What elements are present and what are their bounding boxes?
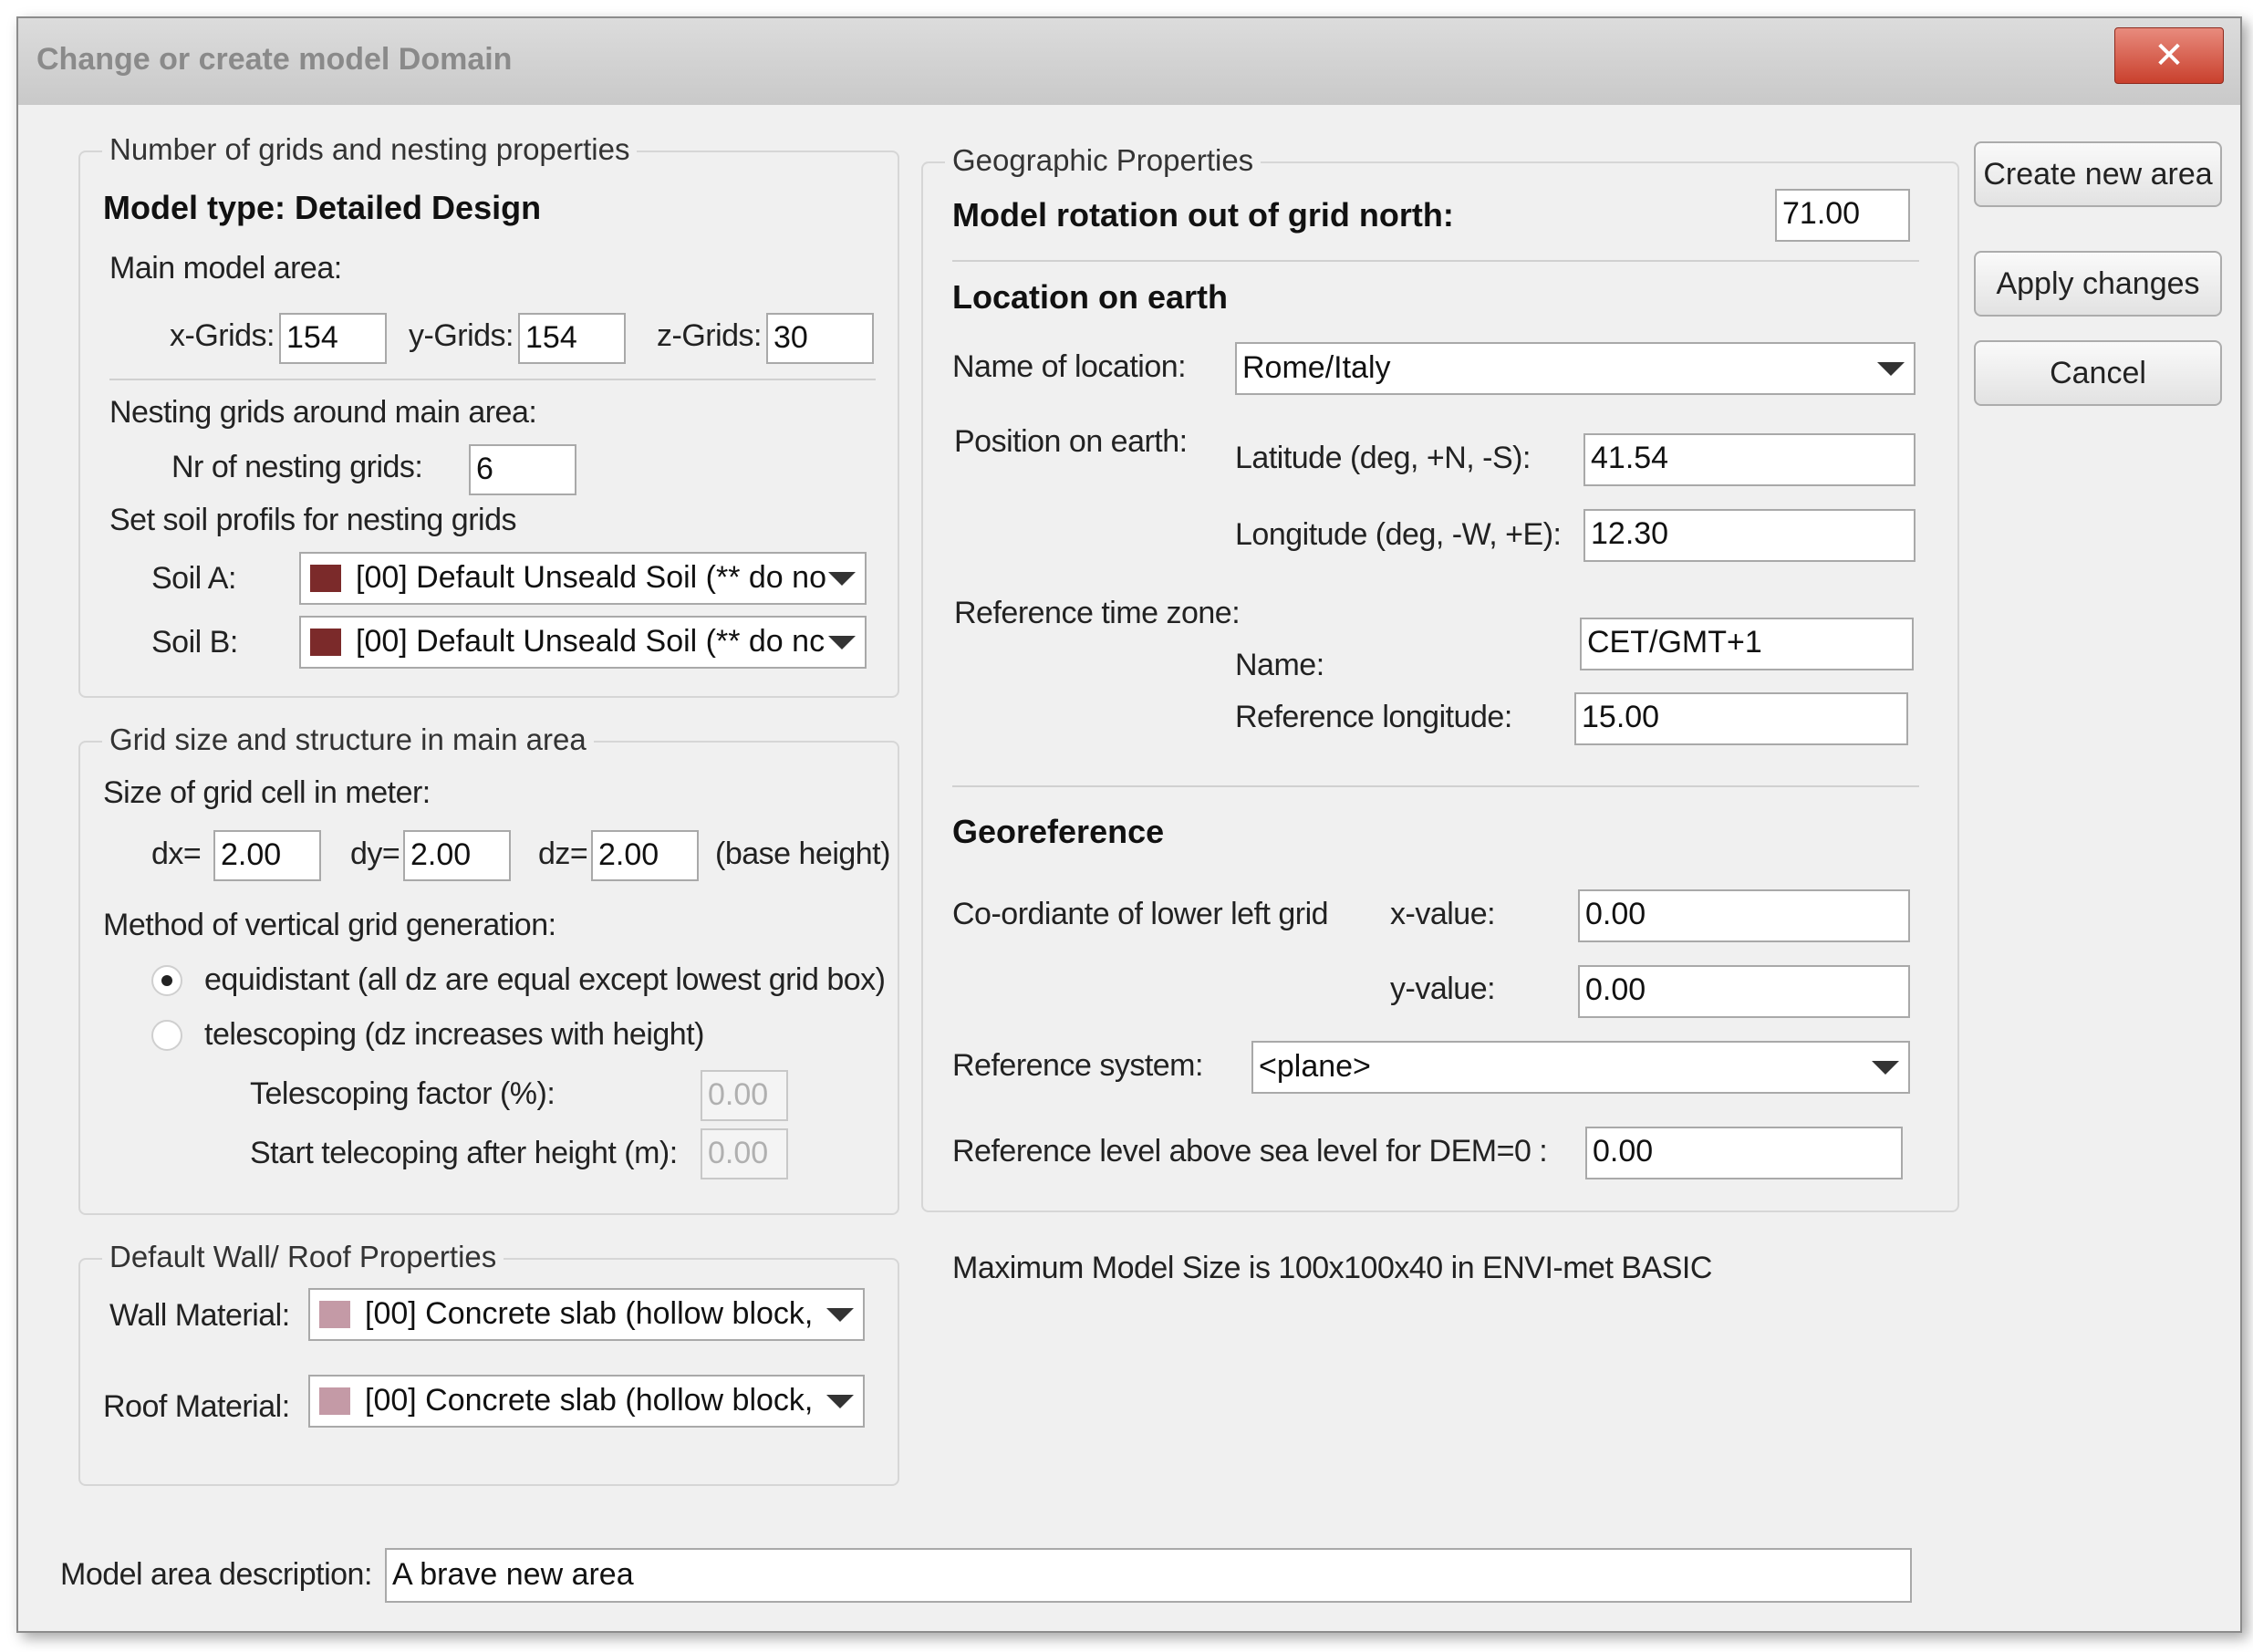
- georef-separator: [952, 785, 1919, 787]
- dx-input[interactable]: 2.00: [213, 830, 321, 881]
- location-name-label: Name of location:: [952, 349, 1187, 384]
- chevron-down-icon: [1877, 362, 1905, 376]
- wall-material-label: Wall Material:: [109, 1298, 290, 1333]
- geo-legend: Geographic Properties: [945, 143, 1261, 178]
- x-value-label: x-value:: [1390, 897, 1496, 931]
- soil-b-label: Soil B:: [151, 625, 238, 660]
- latitude-input[interactable]: 41.54: [1583, 433, 1916, 486]
- soil-profiles-label: Set soil profils for nesting grids: [109, 503, 516, 537]
- tz-name-label: Name:: [1235, 648, 1324, 682]
- x-value-input[interactable]: 0.00: [1578, 889, 1910, 942]
- reference-system-label: Reference system:: [952, 1048, 1203, 1083]
- telescoping-factor-label: Telescoping factor (%):: [250, 1076, 555, 1111]
- dem-level-input[interactable]: 0.00: [1585, 1127, 1903, 1179]
- wall-roof-legend: Default Wall/ Roof Properties: [102, 1240, 504, 1274]
- z-grids-input[interactable]: 30: [766, 313, 874, 364]
- dx-label: dx=: [151, 836, 202, 871]
- apply-changes-button[interactable]: Apply changes: [1974, 251, 2222, 317]
- tz-name-input[interactable]: CET/GMT+1: [1580, 618, 1914, 670]
- nesting-separator: [109, 379, 876, 380]
- location-value: Rome/Italy: [1242, 350, 1391, 385]
- dz-label: dz=: [538, 836, 588, 871]
- z-grids-label: z-Grids:: [657, 318, 763, 353]
- telescoping-label[interactable]: telescoping (dz increases with height): [204, 1017, 704, 1053]
- soil-b-swatch: [310, 629, 341, 656]
- start-telescoping-input[interactable]: 0.00: [701, 1128, 788, 1179]
- reference-system-value: <plane>: [1259, 1049, 1371, 1084]
- roof-material-dropdown[interactable]: [00] Concrete slab (hollow block,: [308, 1375, 865, 1428]
- chevron-down-icon: [826, 1395, 854, 1408]
- ref-longitude-label: Reference longitude:: [1235, 700, 1512, 734]
- title-bar[interactable]: Change or create model Domain ✕: [18, 18, 2240, 105]
- cancel-button[interactable]: Cancel: [1974, 340, 2222, 406]
- longitude-label: Longitude (deg, -W, +E):: [1235, 517, 1562, 552]
- nesting-around-label: Nesting grids around main area:: [109, 395, 537, 430]
- coordinate-label: Co-ordiante of lower left grid: [952, 897, 1329, 931]
- description-label: Model area description:: [60, 1557, 372, 1592]
- telescoping-radio[interactable]: [151, 1020, 182, 1051]
- latitude-label: Latitude (deg, +N, -S):: [1235, 441, 1531, 475]
- y-grids-input[interactable]: 154: [518, 313, 626, 364]
- chevron-down-icon: [828, 636, 856, 649]
- equidistant-radio[interactable]: [151, 965, 182, 996]
- soil-a-dropdown[interactable]: [00] Default Unseald Soil (** do no: [299, 552, 867, 605]
- wall-material-dropdown[interactable]: [00] Concrete slab (hollow block,: [308, 1288, 865, 1341]
- rotation-separator: [952, 260, 1919, 262]
- equidistant-label[interactable]: equidistant (all dz are equal except low…: [204, 962, 886, 998]
- roof-material-value: [00] Concrete slab (hollow block,: [365, 1383, 814, 1418]
- grid-legend: Grid size and structure in main area: [102, 722, 594, 757]
- location-dropdown[interactable]: Rome/Italy: [1235, 342, 1916, 395]
- base-height-label: (base height): [715, 836, 890, 871]
- create-new-area-button[interactable]: Create new area: [1974, 141, 2222, 207]
- x-grids-label: x-Grids:: [170, 318, 275, 353]
- soil-b-dropdown[interactable]: [00] Default Unseald Soil (** do nc: [299, 616, 867, 669]
- nesting-legend: Number of grids and nesting properties: [102, 132, 638, 167]
- soil-b-value: [00] Default Unseald Soil (** do nc: [356, 624, 825, 659]
- longitude-input[interactable]: 12.30: [1583, 509, 1916, 562]
- window-title: Change or create model Domain: [36, 42, 513, 77]
- georeference-heading: Georeference: [952, 813, 1165, 850]
- reference-system-dropdown[interactable]: <plane>: [1251, 1041, 1910, 1094]
- rotation-input[interactable]: 71.00: [1775, 189, 1910, 242]
- ref-longitude-input[interactable]: 15.00: [1574, 692, 1908, 745]
- dy-label: dy=: [350, 836, 400, 871]
- chevron-down-icon: [826, 1308, 854, 1322]
- roof-material-swatch: [319, 1387, 350, 1415]
- roof-material-label: Roof Material:: [103, 1389, 290, 1424]
- radio-dot: [161, 975, 172, 986]
- max-size-note: Maximum Model Size is 100x100x40 in ENVI…: [952, 1251, 1712, 1285]
- telescoping-factor-input[interactable]: 0.00: [701, 1070, 788, 1121]
- dz-input[interactable]: 2.00: [591, 830, 699, 881]
- location-heading: Location on earth: [952, 278, 1229, 316]
- method-label: Method of vertical grid generation:: [103, 908, 556, 942]
- description-input[interactable]: A brave new area: [385, 1548, 1912, 1603]
- soil-a-label: Soil A:: [151, 561, 236, 596]
- rotation-label: Model rotation out of grid north:: [952, 196, 1454, 234]
- soil-a-swatch: [310, 565, 341, 592]
- model-type-label: Model type: Detailed Design: [103, 189, 542, 226]
- y-grids-label: y-Grids:: [409, 318, 514, 353]
- chevron-down-icon: [1872, 1061, 1899, 1075]
- wall-material-value: [00] Concrete slab (hollow block,: [365, 1296, 814, 1331]
- x-grids-input[interactable]: 154: [279, 313, 387, 364]
- wall-material-swatch: [319, 1301, 350, 1328]
- dialog-window: Change or create model Domain ✕ Number o…: [16, 16, 2242, 1633]
- close-button[interactable]: ✕: [2114, 27, 2224, 84]
- chevron-down-icon: [828, 572, 856, 586]
- dem-level-label: Reference level above sea level for DEM=…: [952, 1134, 1548, 1169]
- y-value-input[interactable]: 0.00: [1578, 965, 1910, 1018]
- nr-nesting-input[interactable]: 6: [469, 444, 576, 495]
- time-zone-label: Reference time zone:: [954, 596, 1241, 630]
- position-label: Position on earth:: [954, 424, 1188, 459]
- nr-nesting-label: Nr of nesting grids:: [171, 450, 423, 484]
- dialog-body: Number of grids and nesting properties M…: [35, 105, 2224, 1615]
- y-value-label: y-value:: [1390, 971, 1496, 1006]
- dy-input[interactable]: 2.00: [403, 830, 511, 881]
- main-area-label: Main model area:: [109, 251, 342, 286]
- soil-a-value: [00] Default Unseald Soil (** do no: [356, 560, 826, 595]
- start-telescoping-label: Start telecoping after height (m):: [250, 1136, 678, 1170]
- cell-size-label: Size of grid cell in meter:: [103, 775, 431, 810]
